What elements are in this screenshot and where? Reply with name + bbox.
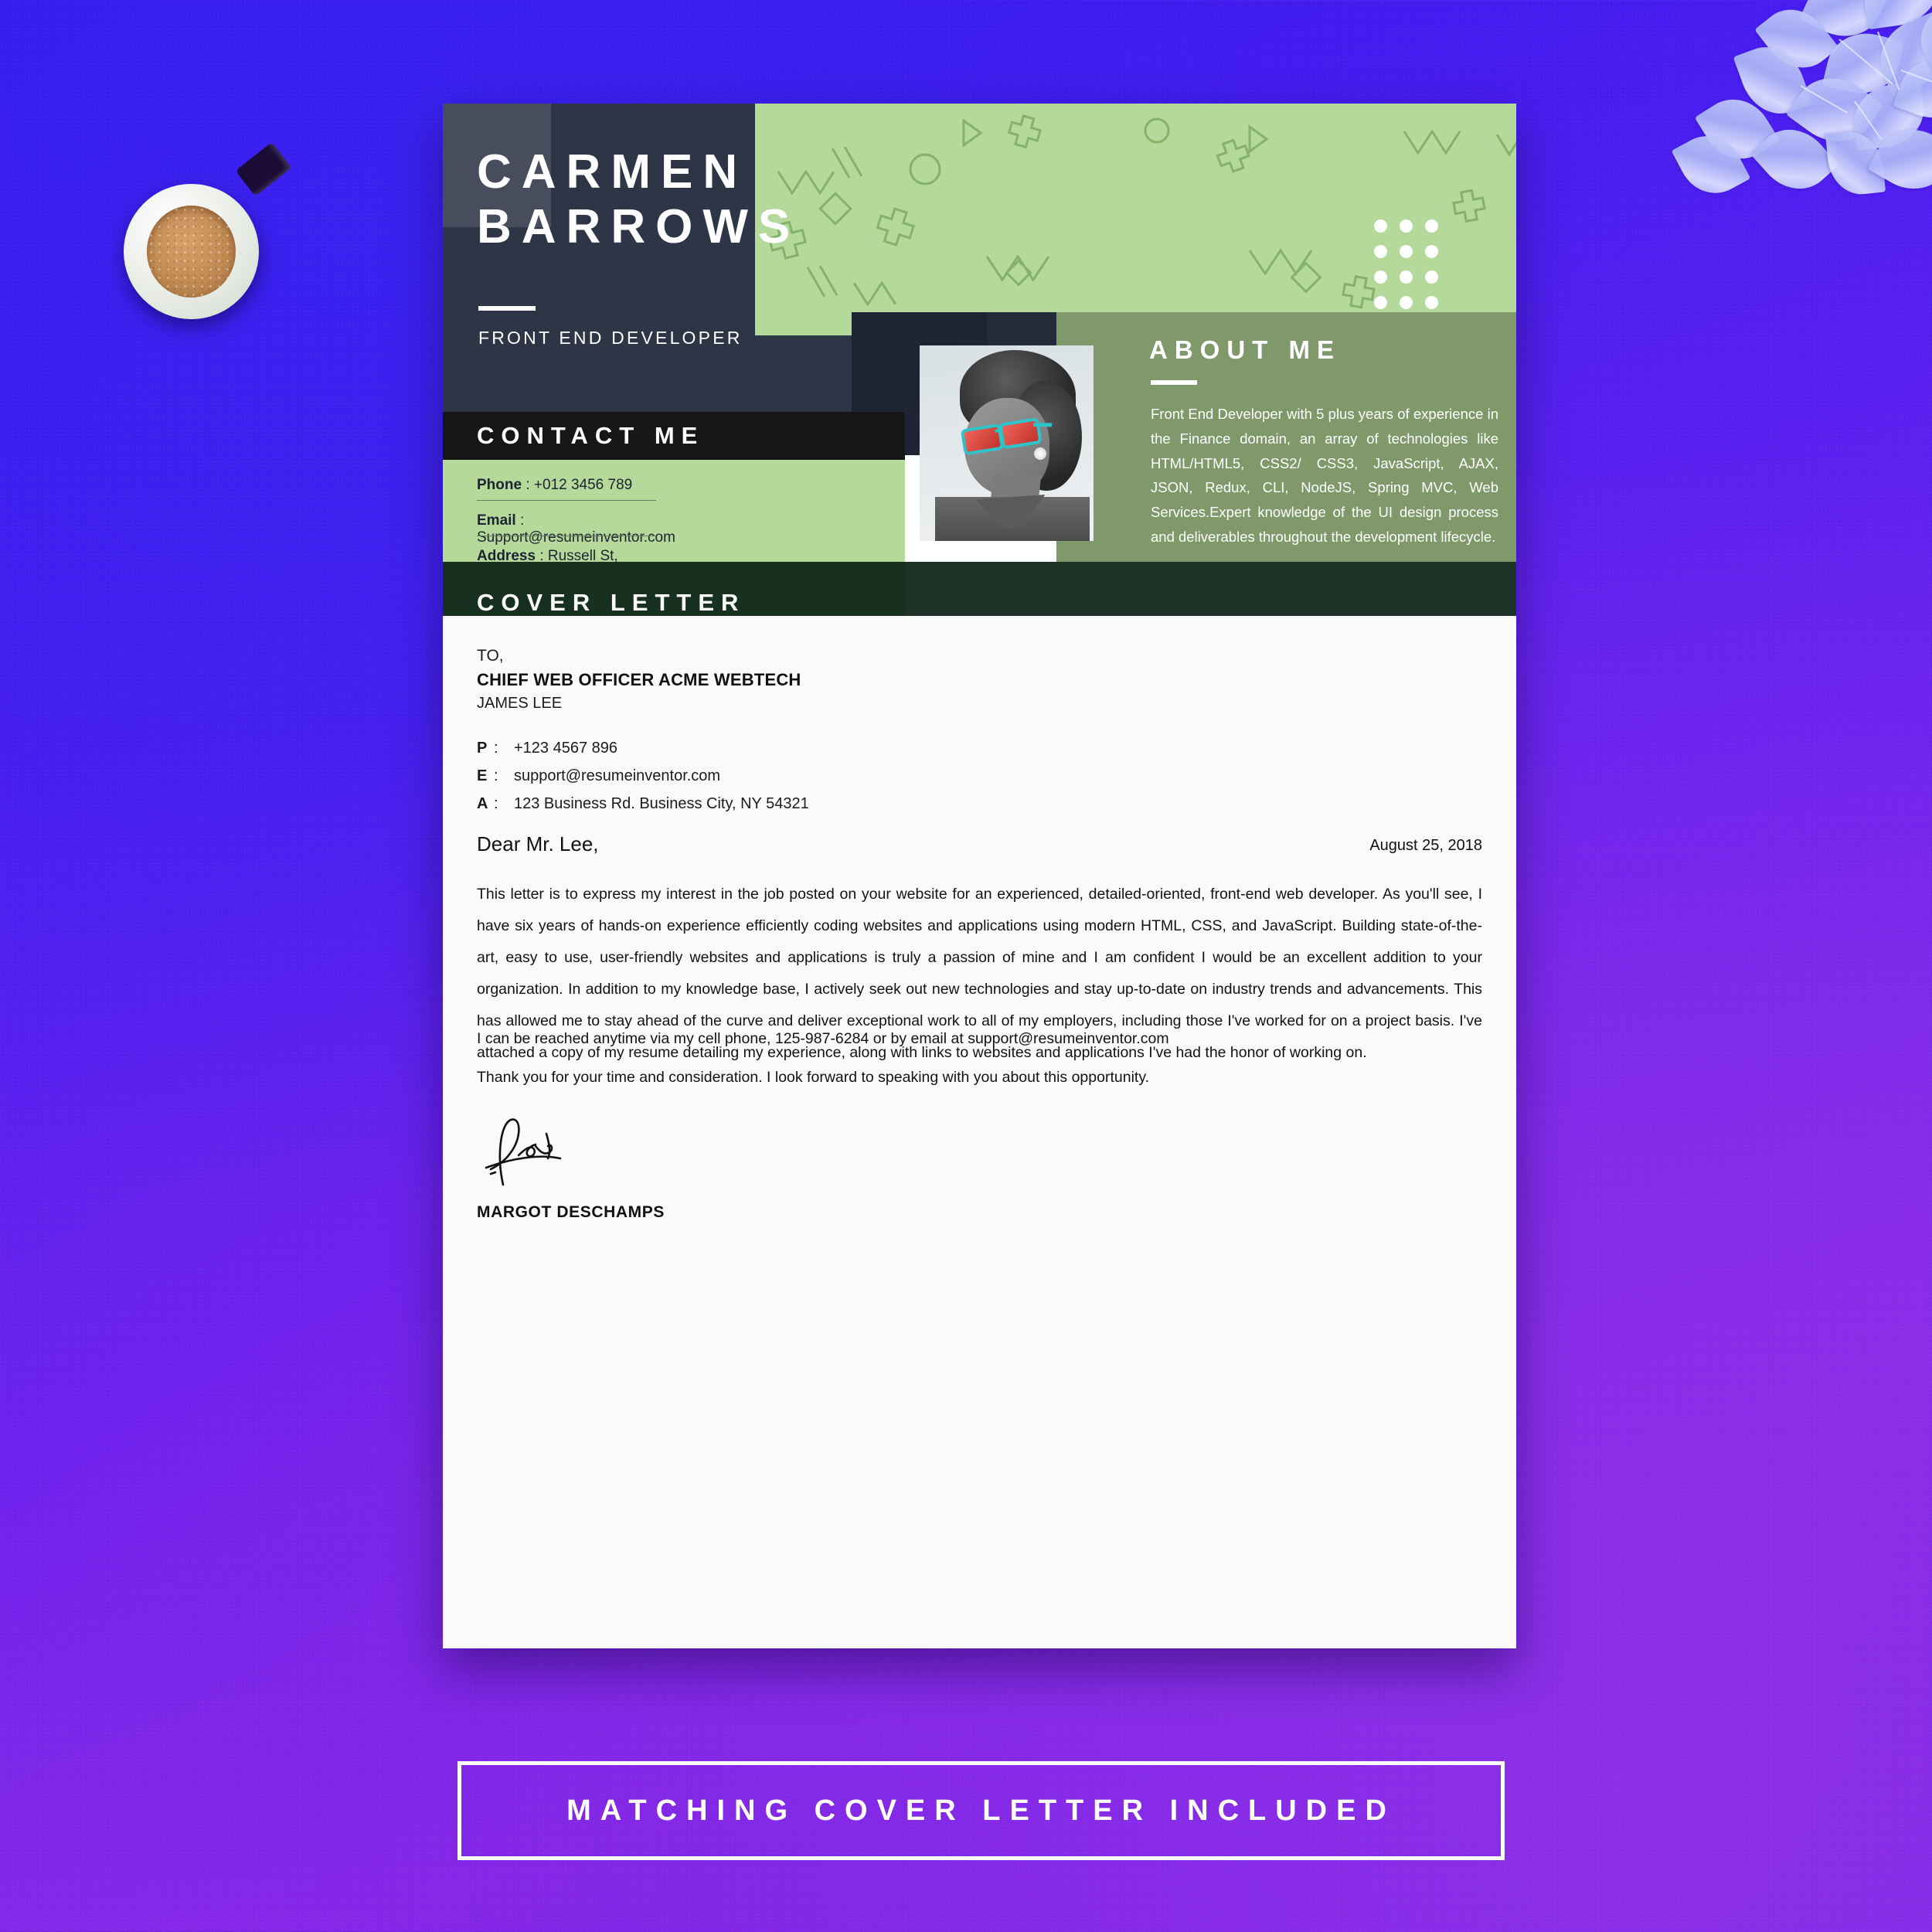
letter-recipient: TO, CHIEF WEB OFFICER ACME WEBTECH JAMES… [477, 647, 801, 713]
contact-phone-row: Phone : +012 3456 789 [477, 477, 655, 494]
dot [1400, 270, 1413, 284]
letter-salutation: Dear Mr. Lee, [477, 832, 599, 855]
resume-page: CARMEN BARROWS FRONT END DEVELOPER VISIT… [443, 104, 1516, 1648]
recipient-address-row: A : 123 Business Rd. Business City, NY 5… [477, 795, 809, 813]
about-me-section: ABOUT ME Front End Developer with 5 plus… [1056, 312, 1516, 572]
contact-header: CONTACT ME [443, 412, 905, 460]
letter-paragraph-3: Thank you for your time and consideratio… [477, 1069, 1150, 1086]
signature-image [485, 1118, 562, 1186]
about-me-underline [1151, 380, 1197, 385]
about-me-title: ABOUT ME [1149, 335, 1341, 364]
contact-email-row: Email : Support@resumeinventor.com [477, 512, 675, 546]
letter-to-company: CHIEF WEB OFFICER ACME WEBTECH [477, 670, 801, 689]
letter-to-person: JAMES LEE [477, 695, 563, 712]
letter-body: TO, CHIEF WEB OFFICER ACME WEBTECH JAMES… [443, 616, 1516, 1648]
dot [1400, 219, 1413, 233]
dot [1374, 270, 1387, 284]
contact-divider-1 [477, 500, 656, 501]
dot [1425, 245, 1438, 258]
candidate-name: CARMEN BARROWS [477, 145, 800, 254]
about-me-text: Front End Developer with 5 plus years of… [1151, 406, 1498, 546]
recipient-address-colon: : [494, 795, 498, 812]
banner-text: MATCHING COVER LETTER INCLUDED [566, 1794, 1396, 1827]
profile-photo [920, 345, 1094, 541]
recipient-address-value: 123 Business Rd. Business City, NY 54321 [514, 795, 809, 812]
dot [1425, 270, 1438, 284]
recipient-phone-value: +123 4567 896 [514, 740, 618, 757]
leaves-decoration [1646, 0, 1932, 263]
contact-details: Phone : +012 3456 789 Email : Support@re… [443, 460, 905, 581]
letter-to-label: TO, [477, 647, 504, 665]
signature-name: MARGOT DESCHAMPS [477, 1203, 665, 1221]
name-line-2: BARROWS [477, 199, 801, 253]
dot [1400, 245, 1413, 258]
cup-body [124, 184, 259, 319]
contact-phone-value: : +012 3456 789 [526, 477, 633, 493]
dot [1400, 296, 1413, 309]
recipient-email-value: support@resumeinventor.com [514, 767, 721, 784]
name-line-1: CARMEN [477, 145, 748, 199]
matching-cover-letter-banner: MATCHING COVER LETTER INCLUDED [457, 1761, 1505, 1860]
cup-handle [235, 141, 292, 197]
contact-title: CONTACT ME [477, 422, 705, 449]
letter-paragraph-2: I can be reached anytime via my cell pho… [477, 1030, 1169, 1047]
recipient-email-colon: : [494, 767, 498, 784]
job-title: FRONT END DEVELOPER [478, 328, 743, 348]
coffee-cup-prop [124, 141, 292, 332]
dot [1374, 245, 1387, 258]
sunglasses-arm [1033, 422, 1053, 427]
contact-email-label: Email [477, 512, 516, 529]
coffee-surface [146, 206, 236, 298]
dot [1425, 296, 1438, 309]
name-underline [478, 306, 536, 311]
contact-phone-label: Phone [477, 477, 522, 493]
dot [1425, 219, 1438, 233]
dot [1374, 219, 1387, 233]
recipient-contact-list: P : +123 4567 896 E : support@resumeinve… [477, 740, 809, 823]
recipient-phone-key: P [477, 740, 488, 757]
recipient-phone-colon: : [494, 740, 498, 757]
recipient-address-key: A [477, 795, 488, 812]
recipient-email-key: E [477, 767, 488, 784]
recipient-email-row: E : support@resumeinventor.com [477, 767, 809, 785]
cover-letter-title: COVER LETTER [477, 588, 746, 616]
dot [1374, 296, 1387, 309]
recipient-phone-row: P : +123 4567 896 [477, 740, 809, 757]
photo-earring [1034, 447, 1046, 460]
letter-date: August 25, 2018 [1369, 837, 1482, 854]
